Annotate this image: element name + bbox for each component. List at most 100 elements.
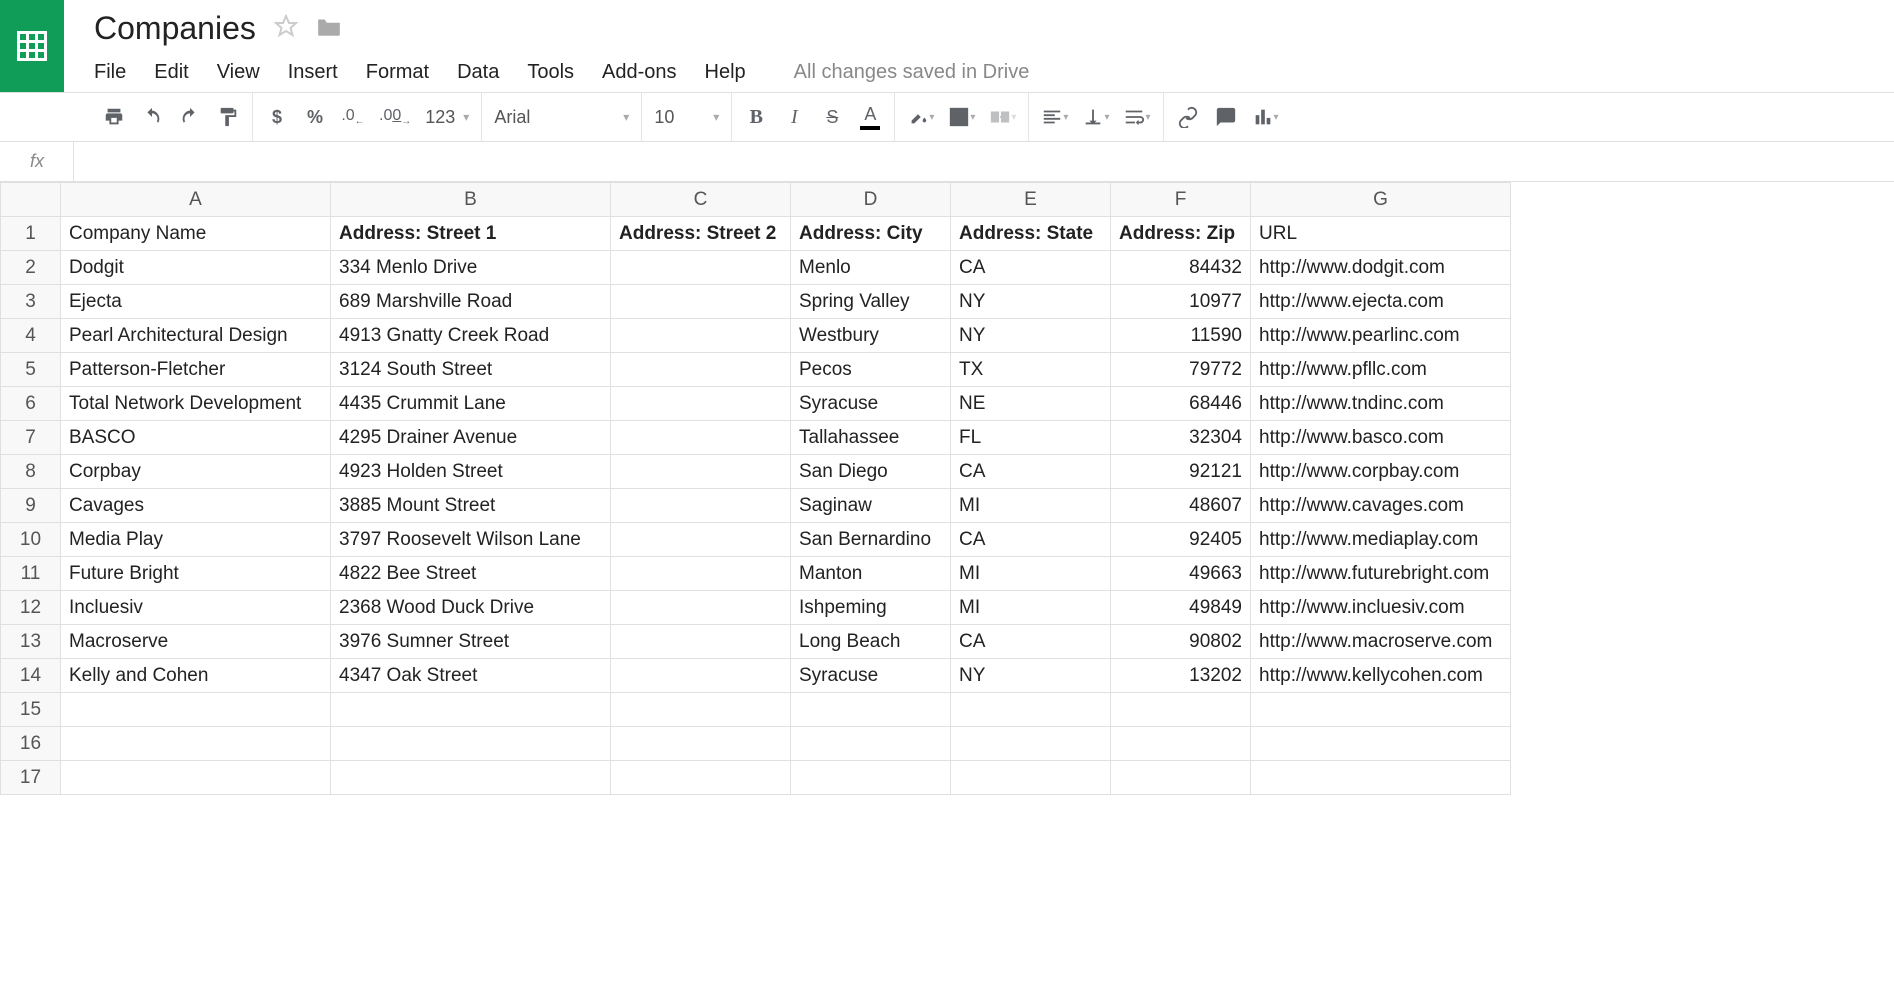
cell[interactable]: FL — [951, 421, 1111, 455]
cell[interactable]: Total Network Development — [61, 387, 331, 421]
row-header[interactable]: 1 — [1, 217, 61, 251]
text-wrap-button[interactable]: ▾ — [1123, 103, 1150, 131]
cell[interactable] — [1111, 727, 1251, 761]
cell[interactable]: Incluesiv — [61, 591, 331, 625]
cell[interactable]: http://www.kellycohen.com — [1251, 659, 1511, 693]
cell[interactable] — [61, 761, 331, 795]
row-header[interactable]: 9 — [1, 489, 61, 523]
row-header[interactable]: 5 — [1, 353, 61, 387]
row-header[interactable]: 4 — [1, 319, 61, 353]
cell[interactable] — [611, 761, 791, 795]
formula-input[interactable] — [73, 142, 1894, 181]
column-header-B[interactable]: B — [331, 183, 611, 217]
folder-icon[interactable] — [316, 15, 342, 42]
cell[interactable]: Future Bright — [61, 557, 331, 591]
row-header[interactable]: 12 — [1, 591, 61, 625]
column-header-F[interactable]: F — [1111, 183, 1251, 217]
cell[interactable]: Address: Zip — [1111, 217, 1251, 251]
cell[interactable] — [611, 455, 791, 489]
row-header[interactable]: 10 — [1, 523, 61, 557]
borders-button[interactable]: ▾ — [948, 103, 975, 131]
cell[interactable]: NY — [951, 659, 1111, 693]
cell[interactable] — [611, 251, 791, 285]
cell[interactable] — [611, 557, 791, 591]
cell[interactable]: Company Name — [61, 217, 331, 251]
cell[interactable]: http://www.ejecta.com — [1251, 285, 1511, 319]
more-formats-button[interactable]: 123▾ — [425, 107, 469, 128]
cell[interactable]: URL — [1251, 217, 1511, 251]
insert-chart-button[interactable]: ▾ — [1252, 103, 1279, 131]
cell[interactable] — [611, 421, 791, 455]
row-header[interactable]: 6 — [1, 387, 61, 421]
sheets-logo[interactable] — [0, 0, 64, 92]
cell[interactable]: 4923 Holden Street — [331, 455, 611, 489]
cell[interactable]: 49663 — [1111, 557, 1251, 591]
cell[interactable]: 4435 Crummit Lane — [331, 387, 611, 421]
menu-tools[interactable]: Tools — [527, 61, 574, 84]
row-header[interactable]: 8 — [1, 455, 61, 489]
print-button[interactable] — [102, 103, 126, 131]
insert-comment-button[interactable] — [1214, 103, 1238, 131]
cell[interactable]: Address: Street 1 — [331, 217, 611, 251]
cell[interactable]: Address: City — [791, 217, 951, 251]
column-header-D[interactable]: D — [791, 183, 951, 217]
cell[interactable]: Pecos — [791, 353, 951, 387]
cell[interactable]: TX — [951, 353, 1111, 387]
cell[interactable]: 68446 — [1111, 387, 1251, 421]
cell[interactable]: http://www.cavages.com — [1251, 489, 1511, 523]
cell[interactable] — [791, 693, 951, 727]
cell[interactable] — [611, 625, 791, 659]
menu-addons[interactable]: Add-ons — [602, 61, 677, 84]
cell[interactable] — [1251, 761, 1511, 795]
cell[interactable] — [331, 727, 611, 761]
document-title[interactable]: Companies — [94, 10, 256, 47]
select-all-corner[interactable] — [1, 183, 61, 217]
column-header-C[interactable]: C — [611, 183, 791, 217]
cell[interactable] — [611, 591, 791, 625]
cell[interactable] — [61, 693, 331, 727]
cell[interactable] — [951, 693, 1111, 727]
cell[interactable]: 334 Menlo Drive — [331, 251, 611, 285]
row-header[interactable]: 7 — [1, 421, 61, 455]
cell[interactable]: Syracuse — [791, 659, 951, 693]
cell[interactable]: MI — [951, 489, 1111, 523]
cell[interactable]: CA — [951, 523, 1111, 557]
cell[interactable]: Manton — [791, 557, 951, 591]
column-header-A[interactable]: A — [61, 183, 331, 217]
cell[interactable]: 2368 Wood Duck Drive — [331, 591, 611, 625]
cell[interactable]: Cavages — [61, 489, 331, 523]
column-header-G[interactable]: G — [1251, 183, 1511, 217]
text-color-button[interactable]: A — [858, 103, 882, 131]
cell[interactable]: http://www.futurebright.com — [1251, 557, 1511, 591]
cell[interactable]: 84432 — [1111, 251, 1251, 285]
cell[interactable]: 3797 Roosevelt Wilson Lane — [331, 523, 611, 557]
format-percent-button[interactable]: % — [303, 103, 327, 131]
cell[interactable] — [331, 761, 611, 795]
cell[interactable]: Syracuse — [791, 387, 951, 421]
cell[interactable]: Ejecta — [61, 285, 331, 319]
fill-color-button[interactable]: ▾ — [907, 103, 934, 131]
italic-button[interactable]: I — [782, 103, 806, 131]
cell[interactable]: http://www.pfllc.com — [1251, 353, 1511, 387]
cell[interactable]: NE — [951, 387, 1111, 421]
cell[interactable]: 90802 — [1111, 625, 1251, 659]
redo-button[interactable] — [178, 103, 202, 131]
cell[interactable]: Menlo — [791, 251, 951, 285]
cell[interactable]: Media Play — [61, 523, 331, 557]
paint-format-button[interactable] — [216, 103, 240, 131]
cell[interactable]: http://www.pearlinc.com — [1251, 319, 1511, 353]
horizontal-align-button[interactable]: ▾ — [1041, 103, 1068, 131]
menu-format[interactable]: Format — [366, 61, 429, 84]
menu-data[interactable]: Data — [457, 61, 499, 84]
cell[interactable]: NY — [951, 285, 1111, 319]
cell[interactable]: 92405 — [1111, 523, 1251, 557]
menu-help[interactable]: Help — [705, 61, 746, 84]
menu-insert[interactable]: Insert — [288, 61, 338, 84]
insert-link-button[interactable] — [1176, 103, 1200, 131]
cell[interactable]: 79772 — [1111, 353, 1251, 387]
cell[interactable]: Patterson-Fletcher — [61, 353, 331, 387]
cell[interactable]: Macroserve — [61, 625, 331, 659]
cell[interactable] — [611, 727, 791, 761]
cell[interactable]: 13202 — [1111, 659, 1251, 693]
decrease-decimal-button[interactable]: .0← — [341, 103, 365, 131]
